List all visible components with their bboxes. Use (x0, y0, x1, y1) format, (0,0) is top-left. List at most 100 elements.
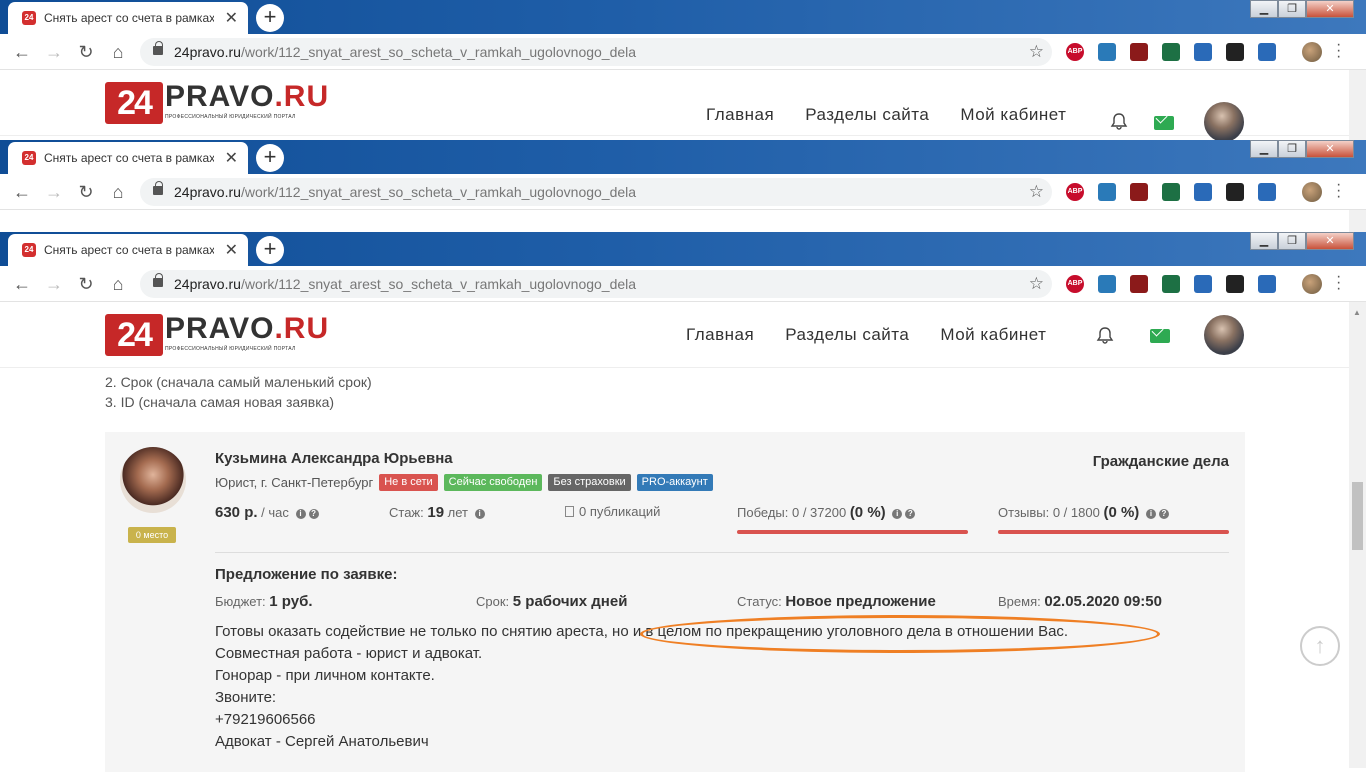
address-bar[interactable]: 24pravo.ru/work/112_snyat_arest_so_schet… (140, 38, 1052, 66)
acrobat-ext-icon[interactable] (1194, 183, 1212, 201)
bell-icon[interactable] (1096, 326, 1114, 344)
new-tab-button[interactable]: + (256, 144, 284, 172)
info-icon[interactable]: i (474, 509, 485, 519)
lawyer-name[interactable]: Кузьмина Александра Юрьевна (215, 450, 453, 467)
excel-ext-icon[interactable] (1162, 183, 1180, 201)
sort-option-id[interactable]: 3. ID (сначала самая новая заявка) (105, 392, 372, 412)
scroll-to-top-button[interactable]: ↑ (1300, 626, 1340, 666)
close-window-button[interactable]: ✕ (1306, 140, 1354, 158)
minimize-button[interactable]: ▁ (1250, 232, 1278, 250)
profile-avatar[interactable] (1302, 182, 1322, 202)
home-icon[interactable]: ⌂ (106, 180, 130, 204)
address-bar[interactable]: 24pravo.ru/work/112_snyat_arest_so_schet… (140, 270, 1052, 298)
messages-icon[interactable] (1154, 116, 1174, 130)
close-window-button[interactable]: ✕ (1306, 0, 1354, 18)
scrollbar[interactable]: ▲ (1349, 302, 1366, 768)
nav-home[interactable]: Главная (706, 105, 774, 125)
site-logo[interactable]: 24 PRAVO.RU ПРОФЕССИОНАЛЬНЫЙ ЮРИДИЧЕСКИЙ … (105, 82, 329, 124)
adblock-plus-icon[interactable]: ABP (1066, 275, 1084, 293)
menu-icon[interactable]: · · · (1336, 37, 1344, 65)
bell-icon[interactable] (1110, 112, 1128, 130)
tab-close-icon[interactable]: ✕ (225, 148, 238, 168)
document-icon (565, 506, 574, 517)
browser-tab[interactable]: 24 Снять арест со счета в рамках у ✕ (8, 2, 248, 34)
nav-home[interactable]: Главная (686, 325, 754, 345)
reviews-label: Отзывы: 0 / 1800 (998, 505, 1100, 520)
browser-toolbar: ← → ↻ ⌂ 24pravo.ru/work/112_snyat_arest_… (0, 34, 1366, 70)
user-avatar[interactable] (1204, 102, 1244, 140)
forward-icon[interactable]: → (42, 272, 66, 296)
publications-count[interactable]: 0 публикаций (579, 504, 660, 519)
excel-ext-icon[interactable] (1162, 275, 1180, 293)
browser-tab[interactable]: 24 Снять арест со счета в рамках у ✕ (8, 142, 248, 174)
nav-sections[interactable]: Разделы сайта (785, 325, 909, 345)
minimize-button[interactable]: ▁ (1250, 140, 1278, 158)
address-bar[interactable]: 24pravo.ru/work/112_snyat_arest_so_schet… (140, 178, 1052, 206)
bookmark-star-icon[interactable]: ☆ (1029, 178, 1044, 206)
back-icon[interactable]: ← (10, 272, 34, 296)
reload-icon[interactable]: ↻ (74, 40, 98, 64)
new-tab-button[interactable]: + (256, 236, 284, 264)
home-icon[interactable]: ⌂ (106, 272, 130, 296)
screenshot-ext-icon[interactable] (1098, 43, 1116, 61)
browser-tab[interactable]: 24 Снять арест со счета в рамках у ✕ (8, 234, 248, 266)
nav-cabinet[interactable]: Мой кабинет (940, 325, 1046, 345)
download-ext-icon[interactable] (1258, 183, 1276, 201)
bookmark-star-icon[interactable]: ☆ (1029, 38, 1044, 66)
scrollbar[interactable] (1349, 210, 1366, 232)
tabs-ext-icon[interactable] (1226, 275, 1244, 293)
maximize-button[interactable]: ❐ (1278, 0, 1306, 18)
bookmark-star-icon[interactable]: ☆ (1029, 270, 1044, 298)
forward-icon[interactable]: → (42, 180, 66, 204)
nav-sections[interactable]: Разделы сайта (805, 105, 929, 125)
tab-close-icon[interactable]: ✕ (225, 8, 238, 28)
tab-close-icon[interactable]: ✕ (225, 240, 238, 260)
download-ext-icon[interactable] (1258, 275, 1276, 293)
profile-avatar[interactable] (1302, 274, 1322, 294)
acrobat-ext-icon[interactable] (1194, 275, 1212, 293)
adblock-plus-icon[interactable]: ABP (1066, 183, 1084, 201)
help-icon[interactable]: ? (308, 509, 319, 519)
tabs-ext-icon[interactable] (1226, 43, 1244, 61)
download-ext-icon[interactable] (1258, 43, 1276, 61)
forward-icon[interactable]: → (42, 40, 66, 64)
acrobat-ext-icon[interactable] (1194, 43, 1212, 61)
minimize-button[interactable]: ▁ (1250, 0, 1278, 18)
excel-ext-icon[interactable] (1162, 43, 1180, 61)
info-icon[interactable]: i (892, 509, 903, 519)
home-icon[interactable]: ⌂ (106, 40, 130, 64)
maximize-button[interactable]: ❐ (1278, 232, 1306, 250)
scrollbar[interactable] (1349, 70, 1366, 140)
user-avatar[interactable] (1204, 315, 1244, 355)
pdf-ext-icon[interactable] (1130, 183, 1148, 201)
time-label: Время: (998, 594, 1041, 609)
reload-icon[interactable]: ↻ (74, 180, 98, 204)
menu-icon[interactable]: · · · (1336, 269, 1344, 297)
back-icon[interactable]: ← (10, 180, 34, 204)
close-window-button[interactable]: ✕ (1306, 232, 1354, 250)
new-tab-button[interactable]: + (256, 4, 284, 32)
reload-icon[interactable]: ↻ (74, 272, 98, 296)
info-icon[interactable]: i (1145, 509, 1156, 519)
pdf-ext-icon[interactable] (1130, 275, 1148, 293)
info-icon[interactable]: i (295, 509, 306, 519)
offer-details: Бюджет: 1 руб. Срок: 5 рабочих дней Стат… (215, 593, 1235, 613)
menu-icon[interactable]: · · · (1336, 177, 1344, 205)
status-offline-badge: Не в сети (379, 474, 438, 491)
help-icon[interactable]: ? (905, 509, 916, 519)
pdf-ext-icon[interactable] (1130, 43, 1148, 61)
nav-cabinet[interactable]: Мой кабинет (960, 105, 1066, 125)
adblock-plus-icon[interactable]: ABP (1066, 43, 1084, 61)
screenshot-ext-icon[interactable] (1098, 275, 1116, 293)
profile-avatar[interactable] (1302, 42, 1322, 62)
site-logo[interactable]: 24 PRAVO.RU ПРОФЕССИОНАЛЬНЫЙ ЮРИДИЧЕСКИЙ … (105, 314, 329, 356)
screenshot-ext-icon[interactable] (1098, 183, 1116, 201)
messages-icon[interactable] (1150, 329, 1170, 343)
back-icon[interactable]: ← (10, 40, 34, 64)
tabs-ext-icon[interactable] (1226, 183, 1244, 201)
lawyer-photo[interactable] (120, 447, 186, 513)
sort-option-term[interactable]: 2. Срок (сначала самый маленький срок) (105, 372, 372, 392)
maximize-button[interactable]: ❐ (1278, 140, 1306, 158)
help-icon[interactable]: ? (1158, 509, 1169, 519)
scrollbar-thumb[interactable] (1352, 482, 1363, 550)
